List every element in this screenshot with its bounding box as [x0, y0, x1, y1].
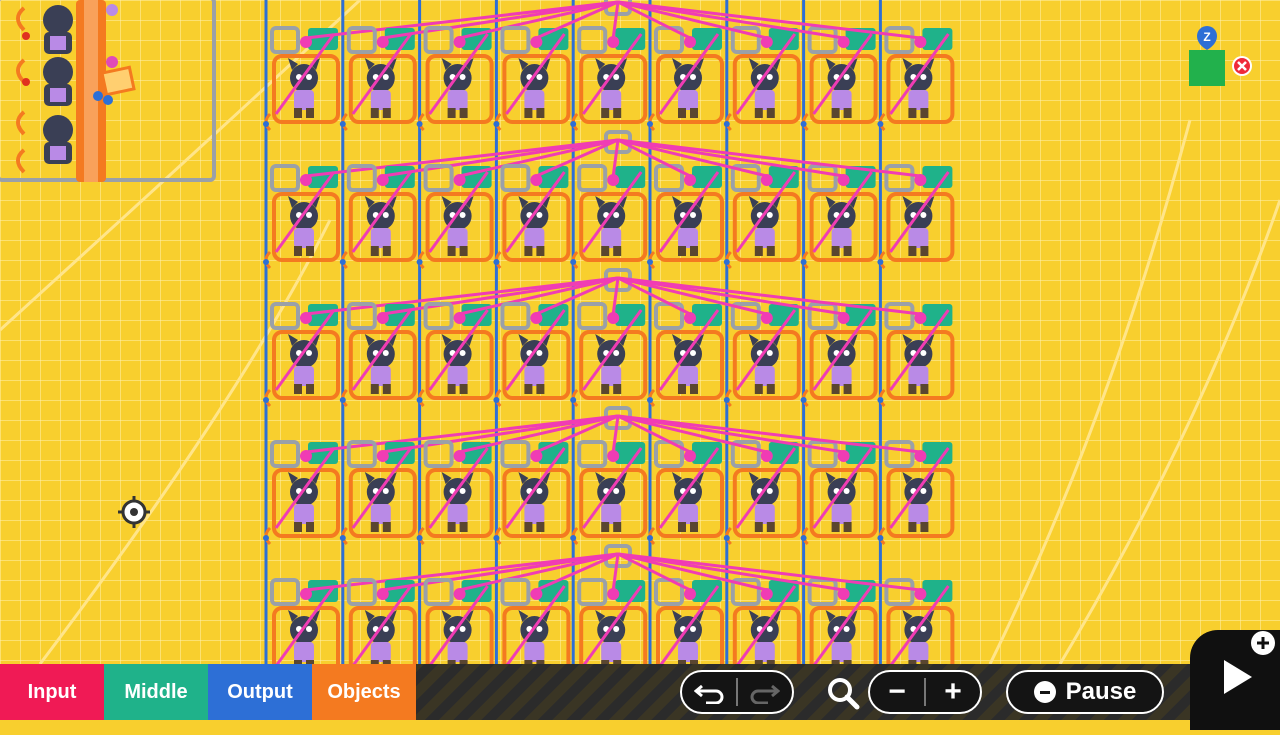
sprite-cell[interactable] [263, 302, 340, 408]
sprite-cell[interactable] [800, 164, 878, 270]
redo-button[interactable] [738, 672, 792, 712]
undo-icon [694, 684, 724, 704]
tab-output[interactable]: Output [208, 664, 312, 720]
sprite-cell[interactable] [339, 26, 417, 132]
sprite-cell[interactable] [877, 26, 955, 132]
tab-input[interactable]: Input [0, 664, 104, 720]
zoom-group: − + [868, 670, 982, 714]
sprite-cell[interactable] [877, 440, 955, 546]
sprite-cell[interactable] [801, 578, 878, 664]
sprite-cell[interactable] [263, 164, 340, 270]
sprite-cell[interactable] [647, 302, 724, 408]
z-marker-node[interactable]: Z [1186, 26, 1256, 90]
tab-objects[interactable]: Objects [312, 664, 416, 720]
zoom-in-button[interactable]: + [926, 672, 980, 712]
undo-redo-group [680, 670, 794, 714]
sprite-cell[interactable] [800, 302, 878, 408]
sprite-cell[interactable] [570, 26, 648, 132]
sprite-cell[interactable] [570, 164, 648, 270]
sprite-cell[interactable] [493, 302, 571, 408]
sprite-cell[interactable] [724, 578, 801, 664]
sprite-cell[interactable] [723, 302, 801, 408]
redo-icon [750, 684, 780, 704]
tab-middle[interactable]: Middle [104, 664, 208, 720]
sprite-cell[interactable] [493, 578, 571, 664]
sprite-cell[interactable] [263, 578, 340, 664]
sprite-cell[interactable] [493, 440, 571, 546]
sprite-cell[interactable] [263, 440, 340, 546]
sprite-cell[interactable] [493, 26, 571, 132]
sprite-cell[interactable] [877, 302, 955, 408]
sprite-cell[interactable] [723, 164, 801, 270]
sprite-cell[interactable] [339, 164, 417, 270]
z-pin-icon: Z [1197, 26, 1217, 50]
magnifier-icon[interactable] [826, 676, 860, 710]
sprite-cell[interactable] [340, 578, 417, 664]
sprite-cell[interactable] [877, 164, 955, 270]
sprite-cell[interactable] [416, 440, 494, 546]
sprite-cell[interactable] [723, 440, 801, 546]
green-square-node [1189, 50, 1225, 86]
zoom-out-button[interactable]: − [870, 672, 924, 712]
sprite-cell[interactable] [339, 440, 417, 546]
programming-canvas[interactable]: Z [0, 0, 1280, 664]
pause-label: Pause [1065, 678, 1137, 705]
crosshair-icon[interactable] [118, 496, 150, 528]
close-icon[interactable] [1232, 56, 1252, 76]
sprite-cell[interactable] [647, 440, 724, 546]
undo-button[interactable] [682, 672, 736, 712]
sprite-cell[interactable] [723, 26, 801, 132]
sprite-cell[interactable] [417, 578, 494, 664]
sprite-cell[interactable] [570, 302, 648, 408]
minus-button-icon [1033, 681, 1056, 703]
sprite-cell[interactable] [416, 26, 494, 132]
sprite-cell[interactable] [647, 26, 724, 132]
sprite-cell[interactable] [416, 302, 494, 408]
sprite-cell[interactable] [877, 578, 955, 664]
sprite-cell[interactable] [800, 26, 878, 132]
sprite-cell[interactable] [570, 440, 648, 546]
sprite-cell[interactable] [339, 302, 417, 408]
sprite-cell[interactable] [647, 578, 724, 664]
sprite-cell[interactable] [800, 440, 878, 546]
plus-badge-icon [1251, 631, 1275, 655]
sprite-cell[interactable] [570, 578, 648, 664]
z-label: Z [1203, 30, 1210, 44]
sprite-cell[interactable] [493, 164, 571, 270]
sprite-cell[interactable] [263, 26, 340, 132]
sprite-cell[interactable] [647, 164, 724, 270]
pause-button[interactable]: Pause [1006, 670, 1164, 714]
sprite-cell[interactable] [416, 164, 494, 270]
node-grid [263, 0, 955, 664]
